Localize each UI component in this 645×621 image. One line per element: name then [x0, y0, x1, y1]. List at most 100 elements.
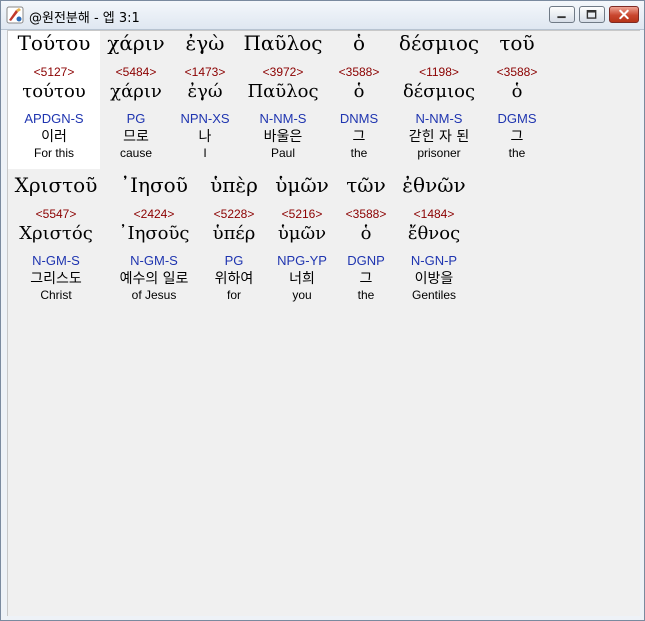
word-block[interactable]: ὑμῶν <5216> ὑμῶν NPG-YP 너희 you: [264, 173, 340, 303]
korean-gloss: 그: [352, 129, 366, 145]
lemma: τούτου: [22, 81, 86, 102]
greek-word: ἐγὼ: [185, 31, 225, 55]
lemma: ἔθνος: [407, 223, 461, 244]
english-gloss: Paul: [270, 146, 296, 160]
english-gloss: the: [357, 288, 375, 302]
app-icon[interactable]: [6, 6, 24, 24]
strong-number: <1484>: [413, 207, 455, 221]
parsing-code: DGNP: [347, 253, 385, 268]
parsing-code: DGMS: [497, 111, 537, 126]
strong-number: <3588>: [496, 65, 538, 79]
minimize-button[interactable]: [549, 6, 575, 23]
maximize-button[interactable]: [579, 6, 605, 23]
english-gloss: the: [508, 146, 526, 160]
korean-gloss: 그리스도: [30, 271, 82, 287]
parsing-code: N-NM-S: [415, 111, 463, 126]
strong-number: <3588>: [338, 65, 380, 79]
word-block[interactable]: Παῦλος <3972> Παῦλος N-NM-S 바울은 Paul: [238, 31, 328, 161]
greek-word: ᾽Ιησοῦ: [120, 173, 188, 197]
greek-word: Χριστοῦ: [14, 173, 98, 197]
parsing-code: DNMS: [339, 111, 379, 126]
lemma: ᾽Ιησοῦς: [118, 223, 190, 244]
strong-number: <3972>: [262, 65, 304, 79]
parsing-code: NPN-XS: [180, 111, 230, 126]
korean-gloss: 이러: [41, 129, 67, 145]
strong-number: <5127>: [33, 65, 75, 79]
english-gloss: For this: [33, 146, 74, 160]
greek-word: ὁ: [352, 31, 366, 55]
strong-number: <5547>: [35, 207, 77, 221]
greek-word: δέσμιος: [398, 31, 480, 55]
english-gloss: for: [226, 288, 241, 302]
korean-gloss: 바울은: [263, 129, 303, 145]
english-gloss: of Jesus: [131, 288, 177, 302]
greek-word: Παῦλος: [243, 31, 323, 55]
greek-word: ἐθνῶν: [402, 173, 466, 197]
greek-word: τοῦ: [499, 31, 535, 55]
korean-gloss: 이방을: [414, 271, 454, 287]
lemma: ὑμῶν: [277, 223, 327, 244]
english-gloss: you: [292, 288, 312, 302]
lemma: Παῦλος: [247, 81, 319, 102]
parsing-code: N-GM-S: [32, 253, 80, 268]
korean-gloss: 갇힌 자 된: [408, 129, 470, 145]
maximize-icon: [586, 10, 597, 19]
minimize-icon: [557, 16, 566, 19]
word-block[interactable]: χάριν <5484> χάριν PG 므로 cause: [100, 31, 172, 161]
word-block[interactable]: ὑπὲρ <5228> ὑπέρ PG 위하여 for: [204, 173, 264, 303]
word-block[interactable]: Χριστοῦ <5547> Χριστός N-GM-S 그리스도 Chris…: [8, 173, 104, 303]
word-block[interactable]: τοῦ <3588> ὁ DGMS 그 the: [488, 31, 546, 161]
parsing-code: N-GM-S: [130, 253, 178, 268]
lemma: ὁ: [360, 223, 372, 244]
lemma: Χριστός: [19, 223, 93, 244]
word-block[interactable]: ἐγὼ <1473> ἐγώ NPN-XS 나 I: [172, 31, 238, 161]
greek-word: ὑμῶν: [275, 173, 329, 197]
strong-number: <1198>: [419, 65, 459, 79]
title-bar[interactable]: @원전분해 - 엡 3:1: [1, 1, 644, 30]
word-block[interactable]: δέσμιος <1198> δέσμιος N-NM-S 갇힌 자 된 pri…: [390, 31, 488, 161]
word-block[interactable]: τῶν <3588> ὁ DGNP 그 the: [340, 173, 392, 303]
greek-word: ὑπὲρ: [210, 173, 258, 197]
lemma: ὁ: [353, 81, 365, 102]
lemma: ἐγώ: [187, 81, 223, 102]
korean-gloss: 나: [198, 129, 212, 145]
interlinear-view[interactable]: Τούτου <5127> τούτου APDGN-S 이러 For this…: [7, 30, 640, 616]
word-block[interactable]: ἐθνῶν <1484> ἔθνος N-GN-P 이방을 Gentiles: [392, 173, 476, 303]
greek-word: Τούτου: [17, 31, 91, 55]
greek-word: τῶν: [346, 173, 386, 197]
close-button[interactable]: [609, 6, 639, 23]
parsing-code: PG: [126, 111, 146, 126]
greek-word: χάριν: [107, 31, 165, 55]
english-gloss: Gentiles: [411, 288, 457, 302]
lemma: ὁ: [511, 81, 523, 102]
parsing-code: PG: [224, 253, 244, 268]
strong-number: <5216>: [281, 207, 323, 221]
korean-gloss: 예수의 일로: [119, 271, 189, 287]
lemma: ὑπέρ: [212, 223, 256, 244]
korean-gloss: 너희: [289, 271, 315, 287]
english-gloss: cause: [119, 146, 153, 160]
lemma: χάριν: [110, 81, 162, 102]
korean-gloss: 그: [510, 129, 524, 145]
lemma: δέσμιος: [402, 81, 476, 102]
strong-number: <5484>: [115, 65, 157, 79]
word-block[interactable]: ᾽Ιησοῦ <2424> ᾽Ιησοῦς N-GM-S 예수의 일로 of J…: [104, 173, 204, 303]
parsing-code: N-GN-P: [410, 253, 458, 268]
parsing-code: N-NM-S: [259, 111, 307, 126]
app-window: @원전분해 - 엡 3:1 Τούτου <5127> τούτου APDGN…: [0, 0, 645, 621]
word-block[interactable]: Τούτου <5127> τούτου APDGN-S 이러 For this: [8, 31, 100, 169]
parsing-code: NPG-YP: [277, 253, 327, 268]
english-gloss: the: [350, 146, 368, 160]
strong-number: <1473>: [184, 65, 226, 79]
strong-number: <5228>: [213, 207, 255, 221]
close-icon: [619, 9, 629, 20]
word-block[interactable]: ὁ <3588> ὁ DNMS 그 the: [328, 31, 390, 161]
korean-gloss: 위하여: [214, 271, 254, 287]
korean-gloss: 므로: [123, 129, 149, 145]
strong-number: <2424>: [133, 207, 175, 221]
english-gloss: Christ: [40, 288, 72, 302]
korean-gloss: 그: [359, 271, 373, 287]
parsing-code: APDGN-S: [24, 111, 84, 126]
english-gloss: I: [203, 146, 207, 160]
english-gloss: prisoner: [417, 146, 461, 160]
